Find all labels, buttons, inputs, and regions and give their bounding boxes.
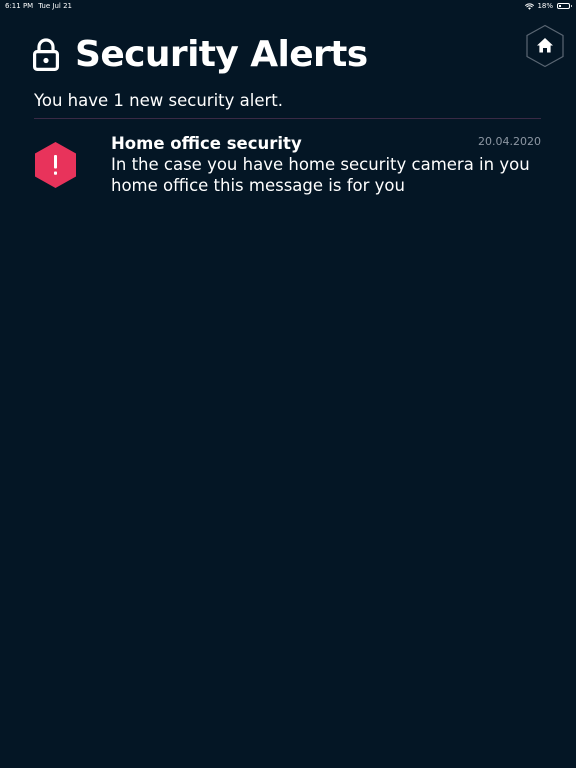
lock-icon: [33, 38, 59, 71]
alert-date: 20.04.2020: [478, 135, 541, 148]
status-bar: 6:11 PM Tue Jul 21 18%: [0, 0, 576, 12]
alert-list-item[interactable]: Home office security 20.04.2020 In the c…: [34, 128, 541, 200]
battery-fill: [559, 5, 561, 7]
alerts-summary: You have 1 new security alert.: [34, 91, 283, 110]
divider: [34, 118, 541, 119]
battery-percent: 18%: [537, 2, 553, 10]
status-right: 18%: [525, 0, 572, 12]
status-time: 6:11 PM: [5, 2, 34, 10]
home-icon: [526, 24, 564, 68]
exclamation-hexagon-icon: [35, 142, 76, 188]
battery-icon: [557, 3, 572, 9]
wifi-icon: [525, 2, 535, 10]
alert-message: In the case you have home security camer…: [111, 155, 530, 195]
status-date: Tue Jul 21: [38, 2, 72, 10]
page-title: Security Alerts: [75, 34, 368, 75]
status-left: 6:11 PM Tue Jul 21: [5, 0, 72, 12]
home-button[interactable]: [525, 24, 565, 68]
alert-title: Home office security: [111, 134, 302, 153]
